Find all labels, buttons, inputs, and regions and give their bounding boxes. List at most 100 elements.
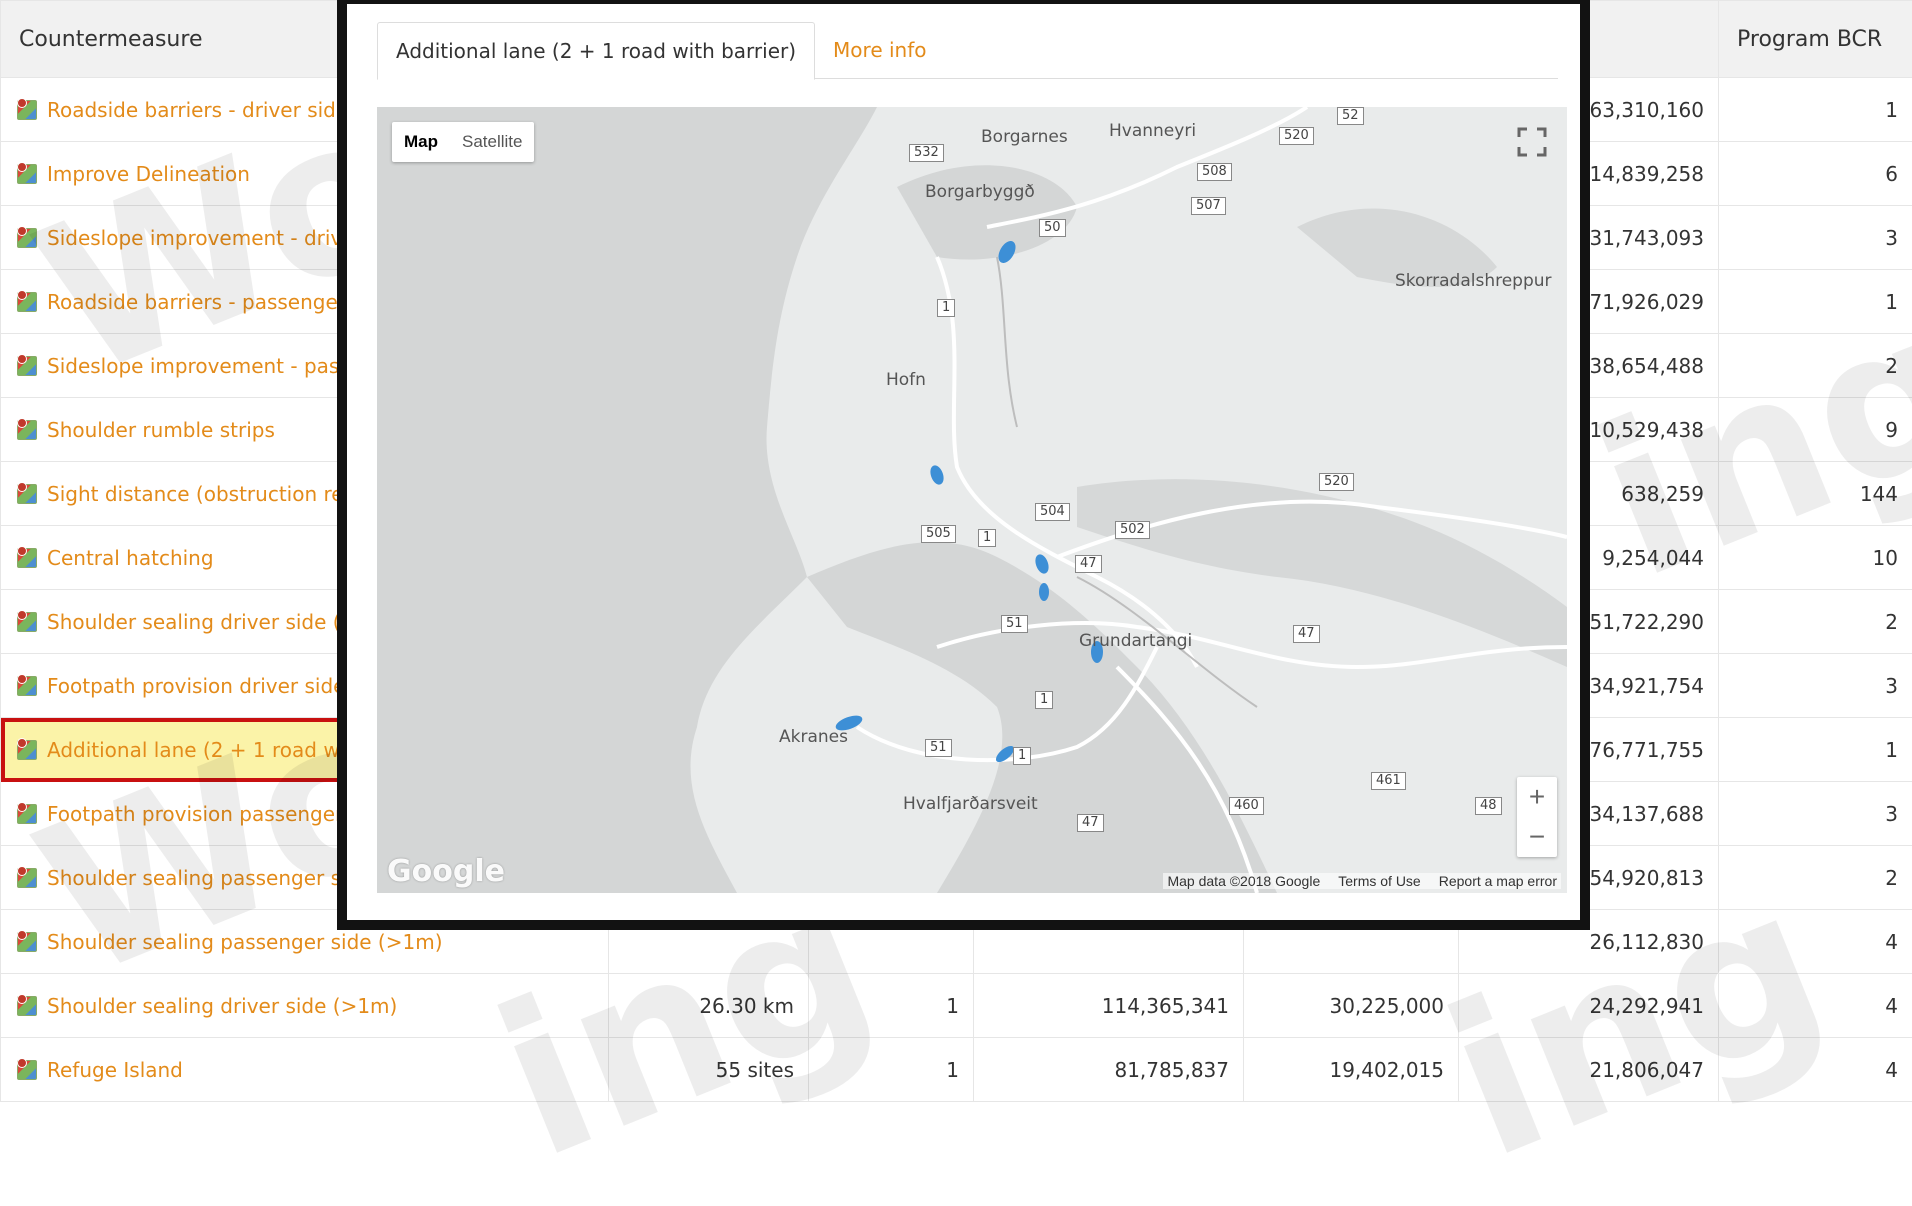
map-icon[interactable]: [15, 1058, 39, 1082]
header-program-bcr[interactable]: Program BCR: [1719, 1, 1912, 78]
countermeasure-name[interactable]: Shoulder rumble strips: [47, 418, 275, 442]
map-icon[interactable]: [15, 610, 39, 634]
countermeasure-name[interactable]: Shoulder sealing driver side (<1: [47, 610, 370, 634]
modal-tabs: Additional lane (2 + 1 road with barrier…: [377, 22, 1558, 79]
map-icon[interactable]: [15, 226, 39, 250]
map-attribution: Map data ©2018 Google Terms of Use Repor…: [1163, 873, 1561, 889]
terms-of-use-link[interactable]: Terms of Use: [1338, 873, 1420, 889]
road-shield: 1: [937, 299, 955, 317]
map-icon[interactable]: [15, 354, 39, 378]
countermeasure-link[interactable]: Shoulder sealing passenger side (>1m): [15, 930, 594, 954]
map-icon[interactable]: [15, 674, 39, 698]
countermeasure-name[interactable]: Footpath provision driver side (: [47, 674, 360, 698]
countermeasure-name[interactable]: Central hatching: [47, 546, 214, 570]
bcr-cell: 3: [1719, 654, 1912, 718]
road-shield: 47: [1075, 555, 1102, 573]
map-icon[interactable]: [15, 418, 39, 442]
value-cell: 81,785,837: [974, 1038, 1244, 1102]
road-shield: 51: [925, 739, 952, 757]
bcr-cell: 1: [1719, 270, 1912, 334]
road-shield: 460: [1229, 797, 1264, 815]
road-shield: 507: [1191, 197, 1226, 215]
countermeasure-name[interactable]: Sideslope improvement - passe: [47, 354, 362, 378]
road-shield: 532: [909, 144, 944, 162]
place-label: Hvalfjarðarsveit: [903, 794, 1038, 814]
countermeasure-name[interactable]: Footpath provision passenger s: [47, 802, 360, 826]
value-cell: 114,365,341: [974, 974, 1244, 1038]
bcr-cell: 1: [1719, 78, 1912, 142]
place-label: Borgarnes: [981, 127, 1068, 147]
countermeasure-name[interactable]: Shoulder sealing passenger side (>1m): [47, 930, 443, 954]
countermeasure-name[interactable]: Refuge Island: [47, 1058, 183, 1082]
tab-additional-lane[interactable]: Additional lane (2 + 1 road with barrier…: [377, 22, 815, 80]
road-shield: 1: [1035, 691, 1053, 709]
map-modal: Additional lane (2 + 1 road with barrier…: [337, 0, 1590, 930]
countermeasure-name[interactable]: Roadside barriers - driver side: [47, 98, 348, 122]
map-type-control: Map Satellite: [392, 122, 534, 162]
map-icon[interactable]: [15, 738, 39, 762]
tab-more-info[interactable]: More info: [815, 22, 944, 78]
road-shield: 1: [1013, 747, 1031, 765]
countermeasure-name[interactable]: Sight distance (obstruction rem: [47, 482, 363, 506]
saved-cell: 21,806,047: [1459, 1038, 1719, 1102]
countermeasure-name[interactable]: Sideslope improvement - driver: [47, 226, 363, 250]
map-type-map-button[interactable]: Map: [392, 122, 450, 162]
road-shield: 505: [921, 525, 956, 543]
countermeasure-name[interactable]: Additional lane (2 + 1 road with: [47, 738, 366, 762]
countermeasure-name[interactable]: Roadside barriers - passenger s: [47, 290, 363, 314]
value-cell: 30,225,000: [1244, 974, 1459, 1038]
bcr-cell: 1: [1719, 718, 1912, 782]
place-label: Hofn: [886, 370, 926, 390]
map-icon[interactable]: [15, 994, 39, 1018]
count-cell: 1: [809, 974, 974, 1038]
road-shield: 48: [1475, 797, 1502, 815]
map-icon[interactable]: [15, 866, 39, 890]
map-icon[interactable]: [15, 802, 39, 826]
place-label: Borgarbyggð: [925, 182, 1035, 202]
road-shield: 52: [1337, 107, 1364, 125]
zoom-in-button[interactable]: +: [1517, 777, 1557, 817]
countermeasure-link[interactable]: Shoulder sealing driver side (>1m): [15, 994, 594, 1018]
map-icon[interactable]: [15, 546, 39, 570]
bcr-cell: 10: [1719, 526, 1912, 590]
road-shield: 47: [1293, 625, 1320, 643]
road-shield: 520: [1279, 127, 1314, 145]
bcr-cell: 2: [1719, 334, 1912, 398]
bcr-cell: 3: [1719, 782, 1912, 846]
place-label: Hvanneyri: [1109, 121, 1196, 141]
bcr-cell: 4: [1719, 910, 1912, 974]
map-icon[interactable]: [15, 162, 39, 186]
road-shield: 50: [1039, 219, 1066, 237]
map-icon[interactable]: [15, 98, 39, 122]
countermeasure-link[interactable]: Refuge Island: [15, 1058, 594, 1082]
road-shield: 51: [1001, 615, 1028, 633]
map-icon[interactable]: [15, 482, 39, 506]
countermeasure-name[interactable]: Shoulder sealing passenger sid: [47, 866, 359, 890]
fullscreen-icon[interactable]: [1515, 125, 1549, 159]
countermeasure-name[interactable]: Improve Delineation: [47, 162, 250, 186]
bcr-cell: 4: [1719, 1038, 1912, 1102]
road-shield: 461: [1371, 772, 1406, 790]
bcr-cell: 2: [1719, 590, 1912, 654]
length-cell: 26.30 km: [609, 974, 809, 1038]
google-map[interactable]: Borgarnes Hvanneyri Borgarbyggð Skorrada…: [377, 107, 1567, 893]
map-type-satellite-button[interactable]: Satellite: [450, 122, 534, 162]
bcr-cell: 2: [1719, 846, 1912, 910]
value-cell: 19,402,015: [1244, 1038, 1459, 1102]
place-label: Skorradalshreppur: [1395, 271, 1552, 291]
road-shield: 47: [1077, 814, 1104, 832]
length-cell: 55 sites: [609, 1038, 809, 1102]
place-label: Grundartangi: [1079, 631, 1192, 651]
count-cell: 1: [809, 1038, 974, 1102]
map-icon[interactable]: [15, 290, 39, 314]
countermeasure-name[interactable]: Shoulder sealing driver side (>1m): [47, 994, 397, 1018]
bcr-cell: 9: [1719, 398, 1912, 462]
table-row: Shoulder sealing driver side (>1m) 26.30 …: [1, 974, 1912, 1038]
zoom-out-button[interactable]: −: [1517, 817, 1557, 857]
map-icon[interactable]: [15, 930, 39, 954]
report-map-error-link[interactable]: Report a map error: [1439, 873, 1557, 889]
road-shield: 504: [1035, 503, 1070, 521]
google-logo: Google: [387, 854, 505, 889]
bcr-cell: 6: [1719, 142, 1912, 206]
map-data-text: Map data ©2018 Google: [1167, 873, 1320, 889]
